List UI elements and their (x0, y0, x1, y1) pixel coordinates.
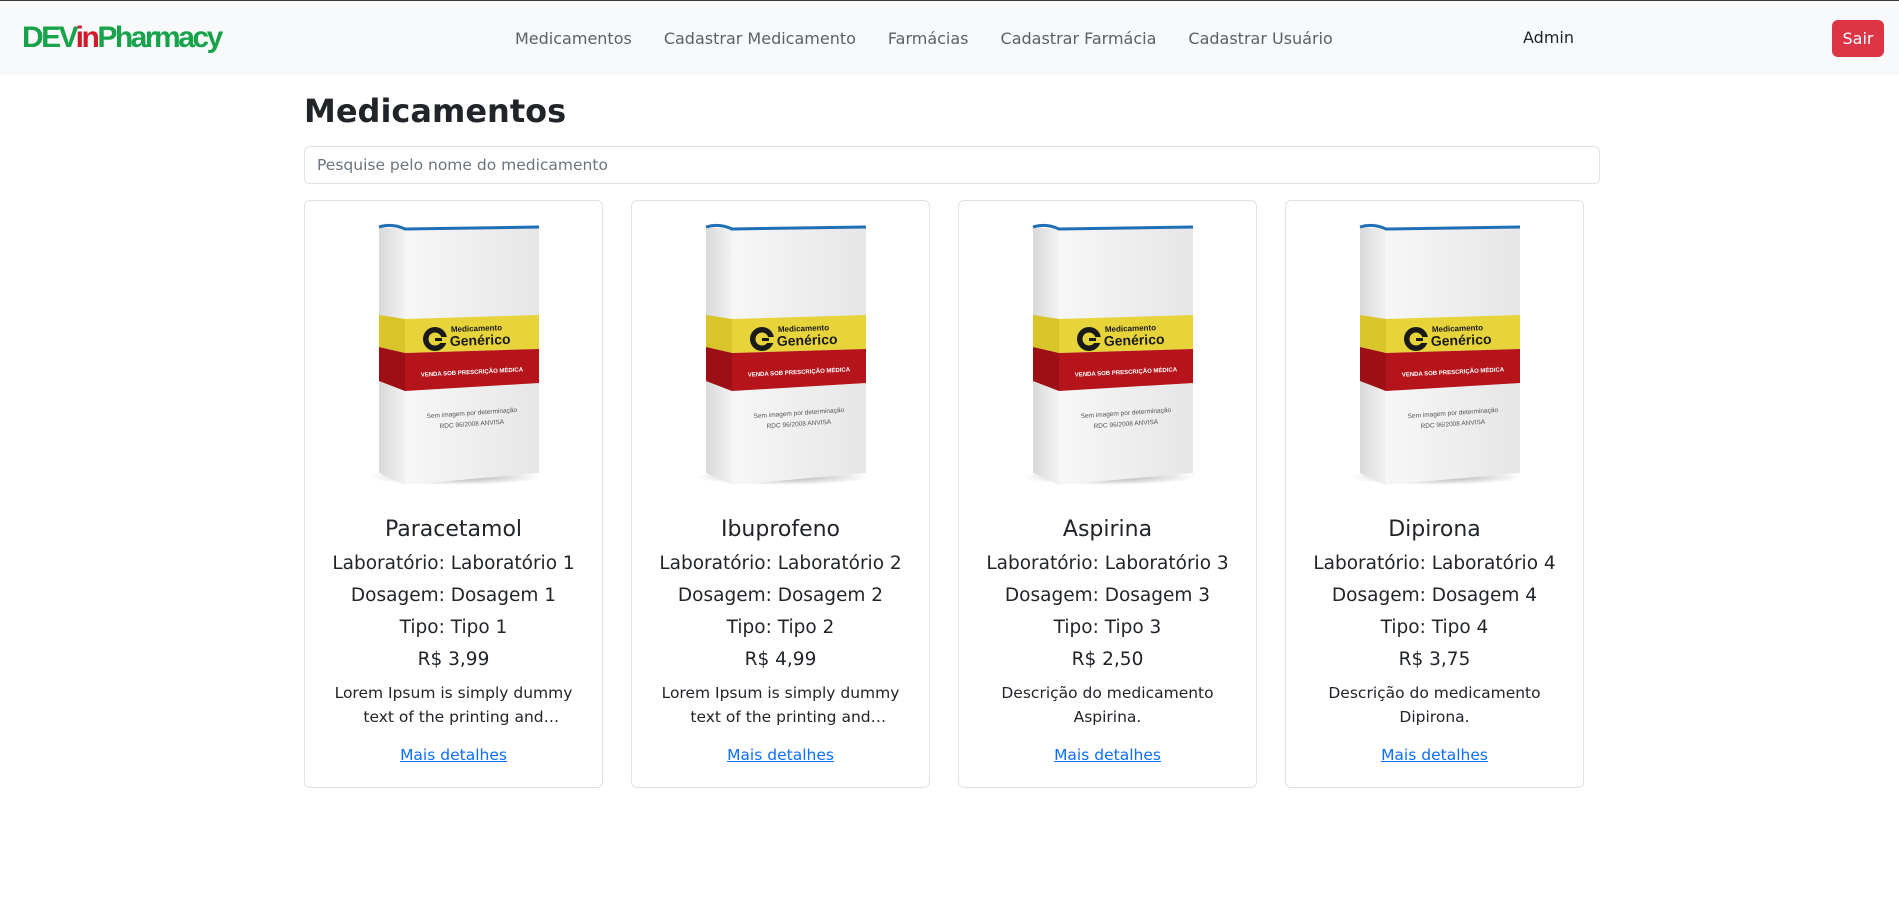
medicine-type: Tipo: Tipo 4 (1380, 617, 1489, 638)
medicine-price: R$ 3,75 (1398, 649, 1471, 670)
medicine-dosage: Dosagem: Dosagem 4 (1331, 585, 1538, 606)
medicine-name: Ibuprofeno (720, 517, 841, 542)
more-details-link[interactable]: Mais detalhes (305, 746, 602, 764)
medicine-laboratory: Laboratório: Laboratório 2 (659, 553, 902, 574)
medicine-package-image: Medicamento Genérico VENDA SOB PRESCRIÇÃO … (355, 215, 555, 491)
medicine-price: R$ 4,99 (744, 649, 817, 670)
medicine-laboratory: Laboratório: Laboratório 1 (332, 553, 575, 574)
more-details-link[interactable]: Mais detalhes (632, 746, 929, 764)
medicine-dosage: Dosagem: Dosagem 2 (677, 585, 884, 606)
medicine-card: Medicamento Genérico VENDA SOB PRESCRIÇÃO … (631, 200, 930, 788)
brand-logo[interactable]: DEVinPharmacy (22, 18, 223, 58)
medicine-laboratory: Laboratório: Laboratório 3 (986, 553, 1229, 574)
medicine-name: Dipirona (1388, 517, 1481, 542)
medicine-type: Tipo: Tipo 2 (726, 617, 835, 638)
medicine-type: Tipo: Tipo 3 (1053, 617, 1162, 638)
brand-part-dev: DEV (22, 21, 78, 54)
medicine-price: R$ 2,50 (1071, 649, 1144, 670)
medicine-type: Tipo: Tipo 1 (399, 617, 508, 638)
medicine-package-image: Medicamento Genérico VENDA SOB PRESCRIÇÃO … (1336, 215, 1536, 491)
nav-link-cadastrar-farmacia[interactable]: Cadastrar Farmácia (1001, 29, 1157, 48)
nav-link-medicamentos[interactable]: Medicamentos (515, 29, 632, 48)
svg-text:Genérico: Genérico (777, 331, 838, 349)
medicine-package-image: Medicamento Genérico VENDA SOB PRESCRIÇÃO … (682, 215, 882, 491)
svg-text:Genérico: Genérico (450, 331, 511, 349)
more-details-link[interactable]: Mais detalhes (1286, 746, 1583, 764)
medicine-card: Medicamento Genérico VENDA SOB PRESCRIÇÃO … (958, 200, 1257, 788)
nav-link-cadastrar-medicamento[interactable]: Cadastrar Medicamento (664, 29, 856, 48)
more-details-link[interactable]: Mais detalhes (959, 746, 1256, 764)
page-title: Medicamentos (304, 92, 567, 130)
medicine-laboratory: Laboratório: Laboratório 4 (1313, 553, 1556, 574)
medicine-name: Aspirina (1062, 517, 1153, 542)
logout-button[interactable]: Sair (1832, 20, 1884, 57)
medicine-name: Paracetamol (384, 517, 523, 542)
nav-link-farmacias[interactable]: Farmácias (888, 29, 969, 48)
medicine-description: Lorem Ipsum is simply dummy text of the … (334, 684, 573, 726)
medicine-price: R$ 3,99 (417, 649, 490, 670)
medicine-description: Lorem Ipsum is simply dummy text of the … (661, 684, 900, 726)
medicine-card: Medicamento Genérico VENDA SOB PRESCRIÇÃO … (1285, 200, 1584, 788)
nav-links: Medicamentos Cadastrar Medicamento Farmá… (515, 1, 1333, 75)
search-input[interactable] (304, 146, 1600, 184)
medicine-description: Descrição do medicamento Aspirina. (1001, 684, 1214, 726)
svg-text:Genérico: Genérico (1431, 331, 1492, 349)
medicine-package-image: Medicamento Genérico VENDA SOB PRESCRIÇÃO … (1009, 215, 1209, 491)
top-navbar: DEVinPharmacy Medicamentos Cadastrar Med… (0, 1, 1899, 75)
medicine-description: Descrição do medicamento Dipirona. (1328, 684, 1541, 726)
user-name: Admin (1523, 28, 1574, 47)
medicine-card: Medicamento Genérico VENDA SOB PRESCRIÇÃO … (304, 200, 603, 788)
svg-text:Genérico: Genérico (1104, 331, 1165, 349)
brand-part-in: in (75, 21, 100, 54)
nav-link-cadastrar-usuario[interactable]: Cadastrar Usuário (1188, 29, 1332, 48)
medicine-dosage: Dosagem: Dosagem 3 (1004, 585, 1211, 606)
brand-part-pharmacy: Pharmacy (97, 21, 223, 54)
medicine-dosage: Dosagem: Dosagem 1 (350, 585, 557, 606)
